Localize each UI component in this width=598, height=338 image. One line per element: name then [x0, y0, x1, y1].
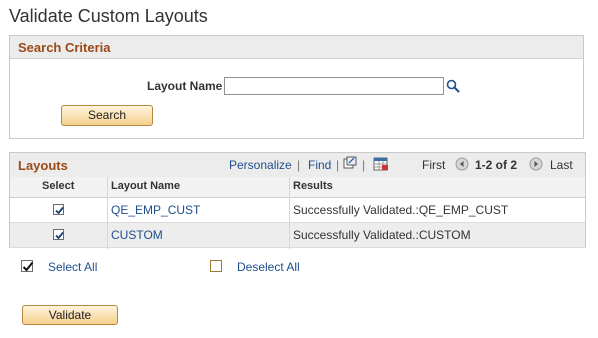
find-link[interactable]: Find: [308, 158, 331, 172]
select-all-link[interactable]: Select All: [48, 260, 97, 274]
separator: |: [336, 158, 340, 172]
table-row: QE_EMP_CUST Successfully Validated.:QE_E…: [10, 198, 585, 223]
column-headers: Select Layout Name Results: [10, 177, 585, 198]
download-grid-icon[interactable]: [373, 157, 389, 174]
layouts-grid: Layouts Personalize | Find | | First 1-2…: [9, 152, 586, 249]
lookup-icon[interactable]: [446, 79, 460, 93]
layout-name-link[interactable]: QE_EMP_CUST: [111, 203, 200, 217]
deselect-all-icon[interactable]: [210, 260, 222, 272]
layout-name-link[interactable]: CUSTOM: [111, 228, 163, 242]
first-label: First: [422, 158, 446, 172]
separator: |: [297, 158, 301, 172]
last-label: Last: [550, 158, 573, 172]
layout-name-label: Layout Name: [147, 79, 223, 93]
search-criteria-title: Search Criteria: [18, 40, 111, 55]
result-text: Successfully Validated.:CUSTOM: [293, 228, 471, 242]
column-divider: [107, 177, 108, 249]
column-header-results: Results: [293, 180, 333, 192]
page-title: Validate Custom Layouts: [9, 6, 208, 26]
separator: |: [362, 158, 366, 172]
column-divider: [289, 177, 290, 249]
result-text: Successfully Validated.:QE_EMP_CUST: [293, 203, 509, 217]
column-header-layout-name: Layout Name: [111, 180, 181, 192]
table-row: CUSTOM Successfully Validated.:CUSTOM: [10, 223, 585, 248]
row-select-checkbox[interactable]: [53, 229, 64, 240]
deselect-all-link[interactable]: Deselect All: [237, 260, 300, 274]
view-all-icon[interactable]: [343, 156, 358, 173]
layouts-grid-header: Layouts Personalize | Find | | First 1-2…: [10, 153, 585, 178]
validate-button[interactable]: Validate: [22, 305, 118, 325]
personalize-link[interactable]: Personalize: [229, 158, 292, 172]
search-criteria-header: Search Criteria: [10, 36, 583, 59]
row-select-checkbox[interactable]: [53, 204, 64, 215]
next-arrow-icon[interactable]: [529, 157, 543, 174]
row-range: 1-2 of 2: [475, 158, 518, 172]
column-header-select: Select: [42, 180, 75, 192]
previous-arrow-icon[interactable]: [455, 157, 469, 174]
select-all-icon[interactable]: [21, 260, 34, 272]
search-button[interactable]: Search: [61, 105, 153, 126]
layouts-title: Layouts: [18, 158, 68, 173]
layout-name-input[interactable]: [224, 77, 444, 95]
